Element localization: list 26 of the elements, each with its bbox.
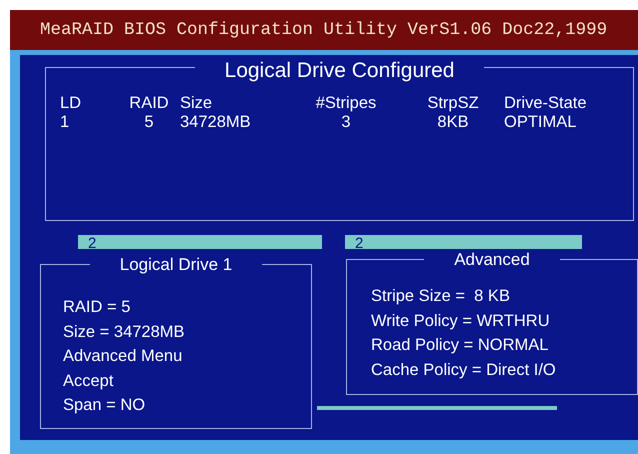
table-cell-text: 5 (143, 113, 155, 132)
table-cell-text: OPTIMAL (504, 113, 578, 132)
table-cell-text: 34728MB (180, 113, 252, 132)
menu-item[interactable]: Stripe Size = 8 KB (371, 284, 637, 308)
menu-item[interactable]: RAID = 5 (63, 295, 311, 320)
column-header: LD (60, 94, 82, 113)
menu-bar[interactable]: 2 (345, 235, 582, 249)
window-title: MeaRAID BIOS Configuration Utility VerS1.06 Doc22,1999 (10, 10, 638, 50)
column-header: StrpSZ (426, 94, 480, 113)
table-cell-text: 3 (340, 113, 352, 132)
table-cell-text: 8KB (436, 113, 470, 132)
menu-bar[interactable]: 2 (78, 235, 322, 249)
column-header: RAID (128, 94, 170, 113)
table-cell-text: 1 (60, 113, 70, 132)
menu-item[interactable]: Cache Policy = Direct I/O (371, 358, 637, 382)
column-header: #Stripes (314, 94, 378, 113)
menu-item[interactable]: Span = NO (63, 393, 311, 418)
menu-item[interactable]: Write Policy = WRTHRU (371, 308, 637, 333)
menu-item[interactable]: Advanced Menu (63, 344, 311, 368)
column-header: Size (180, 94, 214, 113)
menu-item[interactable]: Road Policy = NORMAL (371, 333, 637, 358)
column-header: Drive-State (504, 94, 588, 113)
panel-title: Logical Drive Configured (194, 59, 484, 82)
panel-title: Logical Drive 1 (90, 255, 262, 274)
menu-item[interactable]: Accept (63, 368, 311, 393)
menu-item[interactable]: Size = 34728MB (63, 320, 311, 344)
